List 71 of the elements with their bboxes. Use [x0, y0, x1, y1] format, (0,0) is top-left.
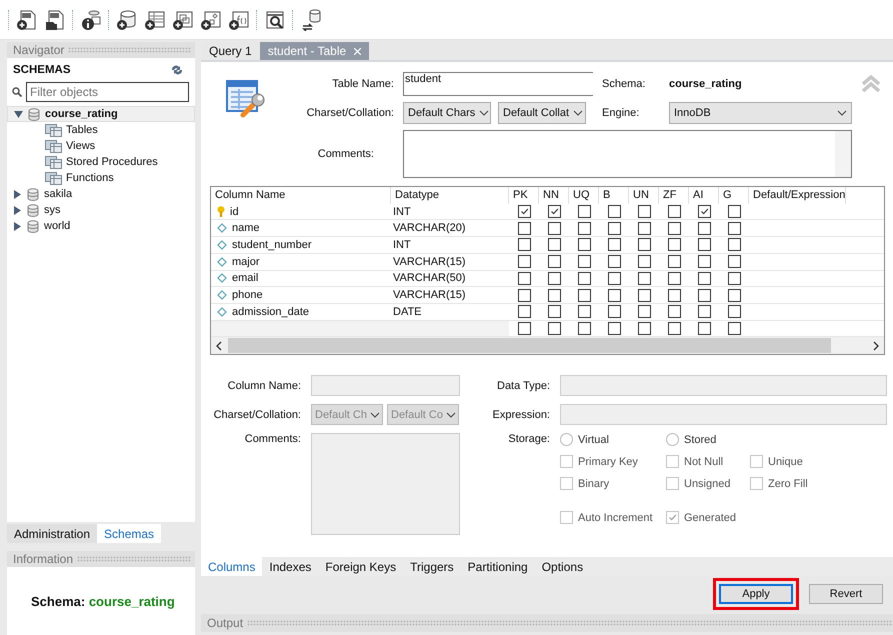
action-button[interactable]: Revert: [809, 584, 883, 604]
field-label: Storage:: [507, 433, 550, 445]
column-header[interactable]: NN: [539, 187, 569, 204]
panel-title: Information: [13, 552, 74, 566]
schema-name: sakila: [44, 188, 72, 200]
editor-tab[interactable]: Triggers: [403, 557, 461, 576]
table-cell[interactable]: VARCHAR(20): [391, 222, 509, 234]
section-title: SCHEMAS: [13, 64, 71, 76]
table-cell[interactable]: student_number: [211, 238, 391, 251]
schema-item[interactable]: course_rating: [7, 106, 195, 122]
column-header[interactable]: UQ: [569, 187, 599, 204]
editor-tab[interactable]: Foreign Keys: [318, 557, 404, 576]
table-cell[interactable]: major: [211, 256, 391, 268]
schema-value: course_rating: [669, 78, 743, 90]
column-header[interactable]: Datatype: [391, 187, 509, 204]
table-name-field[interactable]: student: [403, 72, 593, 96]
engine-select[interactable]: InnoDB: [669, 102, 852, 124]
column-header[interactable]: UN: [629, 187, 659, 204]
collation-select[interactable]: Default Collat: [498, 102, 586, 124]
charset-select[interactable]: Default Chars: [403, 102, 491, 124]
table-cell[interactable]: name: [211, 222, 391, 234]
editor-tab[interactable]: Options: [534, 557, 590, 576]
editor-tab[interactable]: Columns: [201, 557, 262, 576]
field-label: Column Name:: [226, 380, 301, 392]
table-cell[interactable]: id: [211, 206, 391, 218]
filter-field[interactable]: Filter objects: [26, 82, 189, 102]
field-label: Comments:: [244, 433, 301, 445]
column-header[interactable]: Default/Expression: [749, 187, 846, 204]
field-label: Comments:: [316, 148, 374, 160]
schema-item[interactable]: sys: [7, 202, 195, 218]
tree-item[interactable]: Stored Procedures: [66, 156, 158, 168]
field-label: Charset/Collation:: [212, 408, 301, 420]
editor-tab[interactable]: Partitioning: [460, 557, 535, 576]
field-label: Table Name:: [331, 78, 394, 90]
table-cell[interactable]: INT: [391, 206, 509, 218]
schema-name: sys: [44, 204, 60, 216]
editor-tab[interactable]: Indexes: [262, 557, 318, 576]
panel-tab[interactable]: Schemas: [97, 524, 162, 543]
column-header[interactable]: PK: [509, 187, 539, 204]
tree-item[interactable]: Functions: [66, 172, 114, 184]
table-cell[interactable]: DATE: [391, 306, 509, 318]
column-header[interactable]: B: [599, 187, 629, 204]
table-cell[interactable]: phone: [211, 289, 391, 302]
schema-item[interactable]: sakila: [7, 186, 195, 202]
column-header[interactable]: AI: [689, 187, 719, 204]
tree-item[interactable]: Views: [66, 140, 96, 152]
table-cell[interactable]: INT: [391, 238, 509, 251]
table-cell[interactable]: VARCHAR(50): [391, 272, 509, 284]
panel-tab[interactable]: Administration: [7, 524, 98, 543]
field-label: Schema:: [602, 78, 646, 90]
field-label: Charset/Collation:: [306, 107, 394, 119]
panel-title: Output: [207, 616, 244, 630]
table-cell[interactable]: email: [211, 272, 391, 284]
table-cell[interactable]: VARCHAR(15): [391, 256, 509, 268]
tree-item[interactable]: Tables: [66, 124, 98, 136]
table-cell[interactable]: VARCHAR(15): [391, 289, 509, 302]
action-button[interactable]: Apply: [719, 584, 793, 604]
editor-tab[interactable]: Query 1: [201, 42, 260, 60]
field-value: student: [405, 73, 442, 85]
schema-name: world: [44, 220, 70, 232]
schema-info: Schema: course_rating: [31, 594, 175, 608]
field-label: Engine:: [602, 107, 640, 119]
table-cell[interactable]: admission_date: [211, 306, 391, 318]
column-header[interactable]: Column Name: [211, 187, 391, 204]
schema-item[interactable]: world: [7, 218, 195, 234]
column-header[interactable]: G: [719, 187, 749, 204]
column-header[interactable]: ZF: [659, 187, 689, 204]
field-label: Data Type:: [496, 380, 550, 392]
schema-name: course_rating: [45, 108, 118, 120]
field-label: Expression:: [492, 408, 550, 420]
panel-title: Navigator: [13, 43, 64, 57]
